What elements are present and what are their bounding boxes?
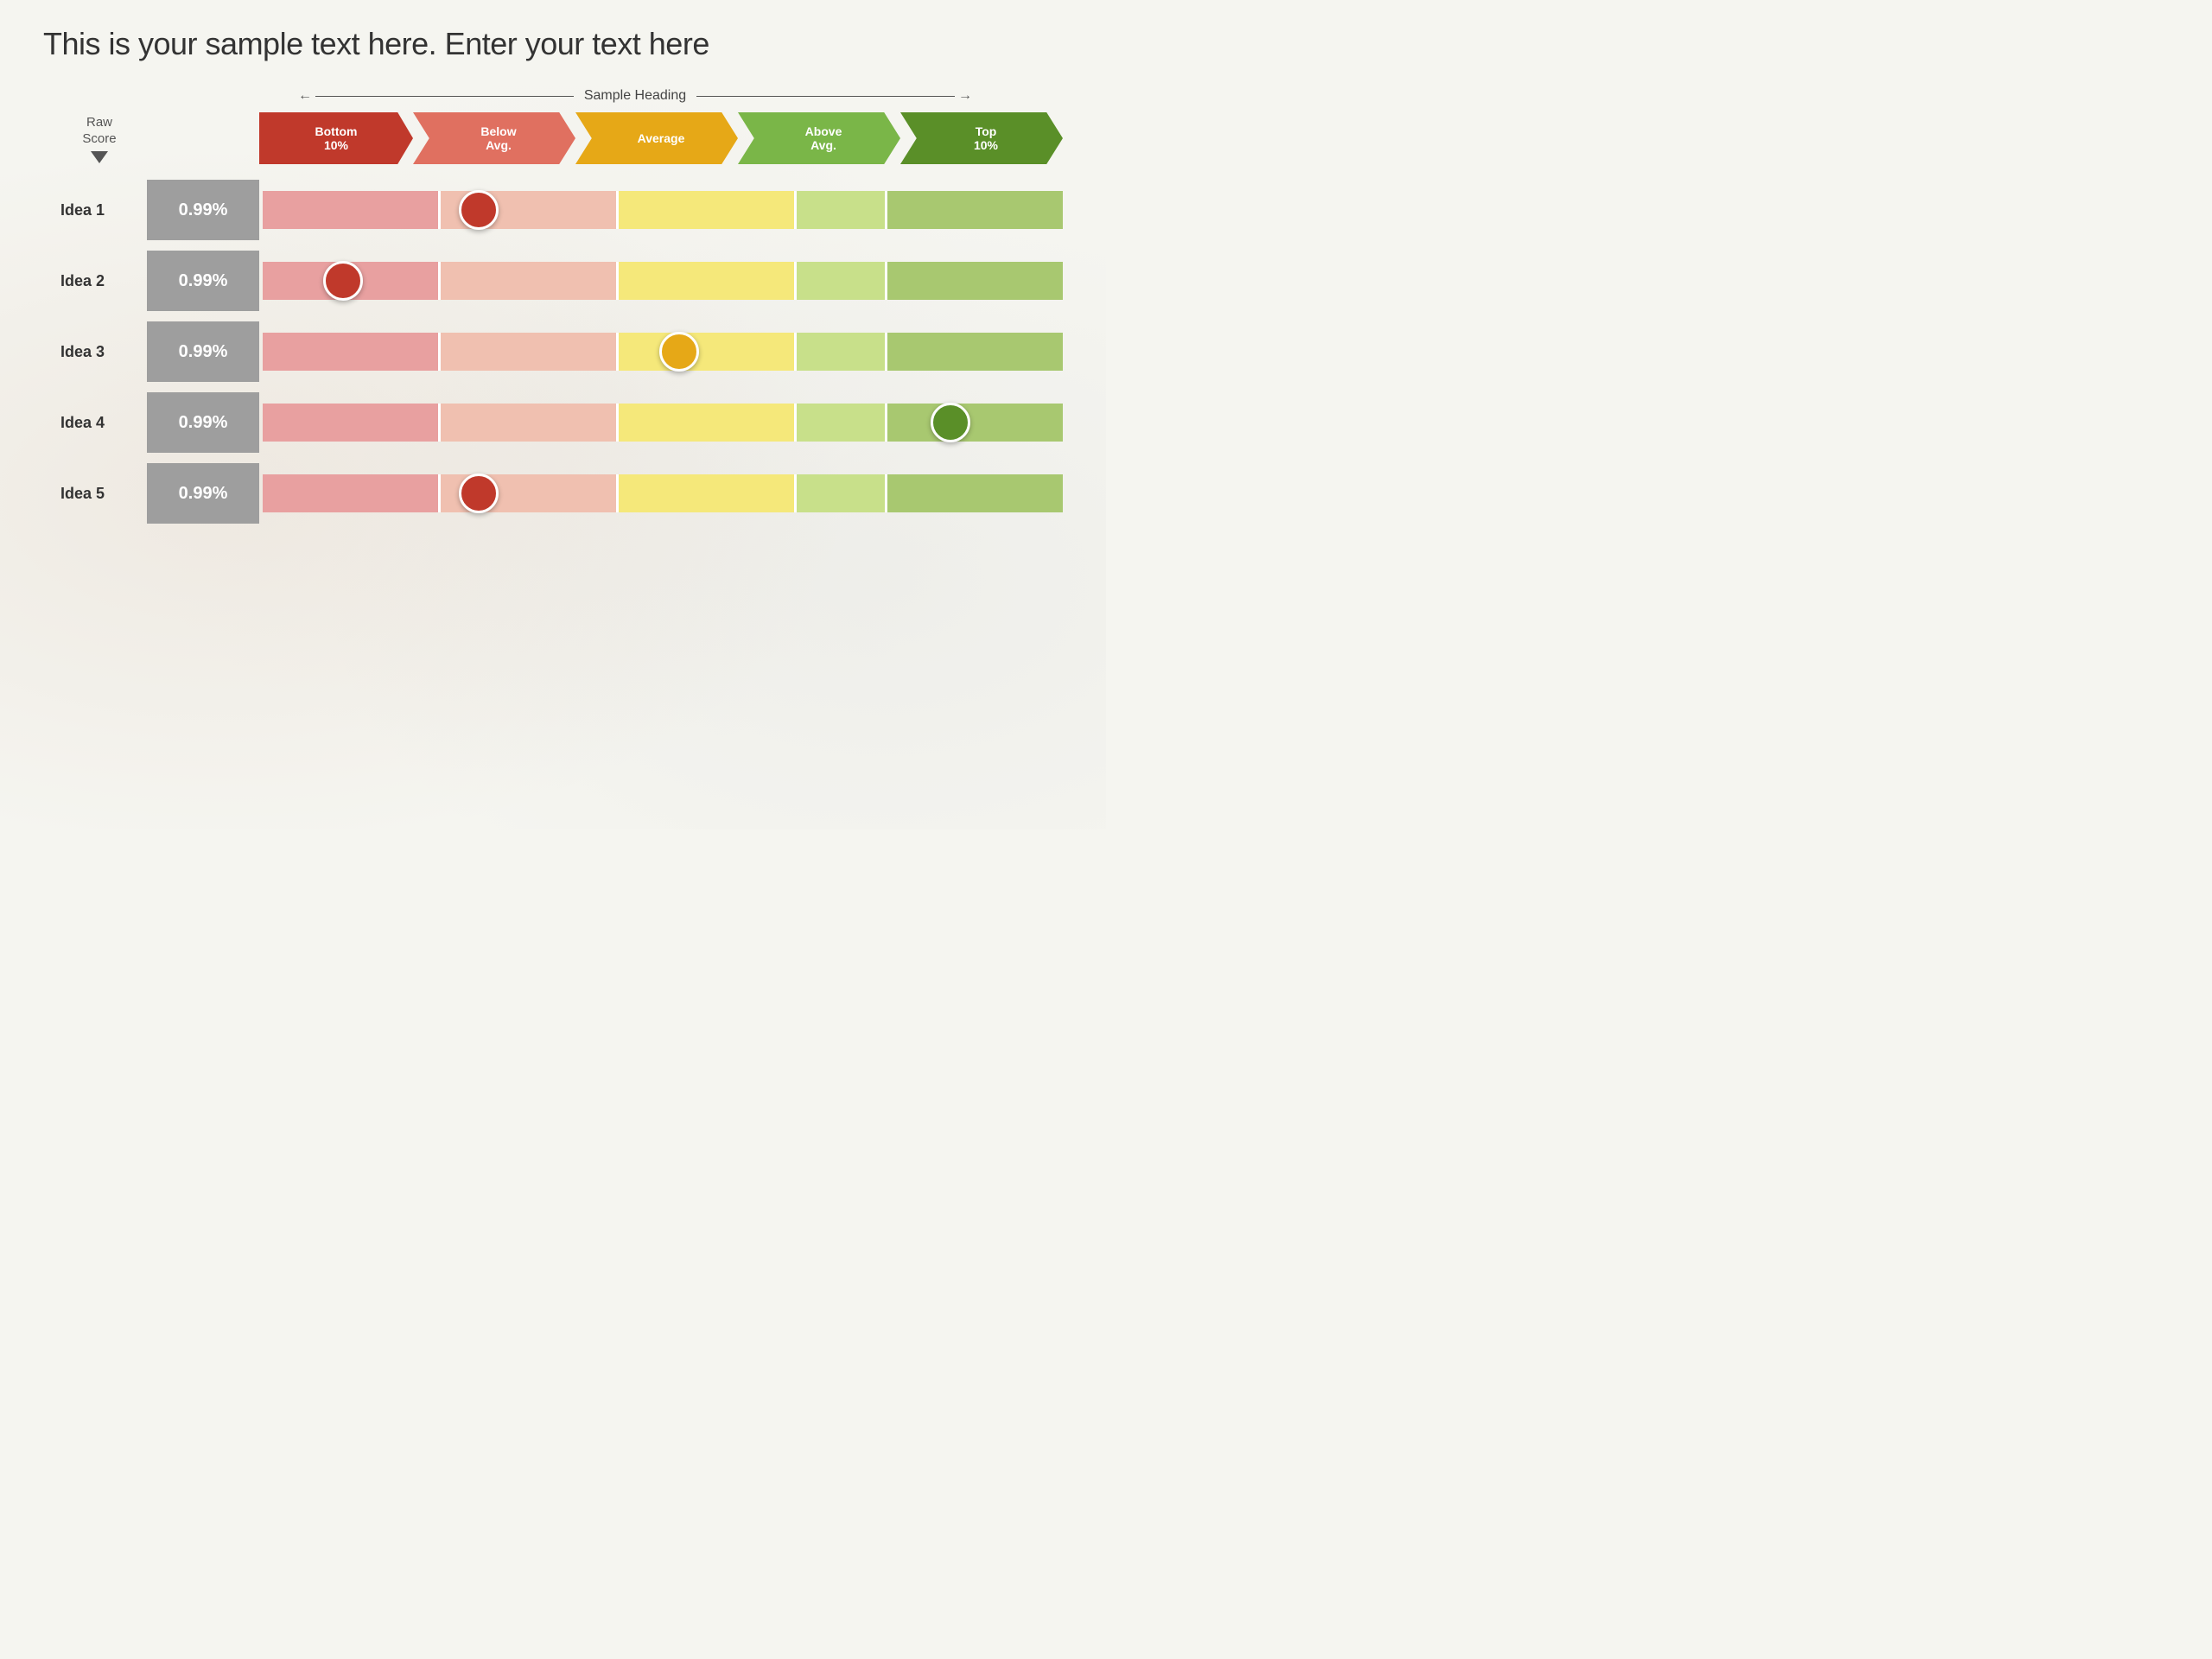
bar-segment-4 [797, 404, 885, 442]
chevron-below-avg: Below Avg. [413, 112, 575, 164]
down-arrow-icon [91, 151, 108, 163]
chevron-average: Average [575, 112, 738, 164]
sample-heading: Sample Heading [574, 88, 696, 104]
chevron-row: Raw Score Bottom 10% Below Avg. Average [60, 112, 1063, 164]
bar-segment-3 [619, 333, 794, 371]
bar-segment-5 [887, 404, 1063, 442]
chevron-above-avg: Above Avg. [738, 112, 900, 164]
score-cell-2: 0.99% [147, 251, 259, 311]
page-title: This is your sample text here. Enter you… [43, 26, 1063, 62]
bar-segment-3 [619, 262, 794, 300]
score-cell-4: 0.99% [147, 392, 259, 453]
data-rows: Idea 10.99%Idea 20.99%Idea 30.99%Idea 40… [60, 180, 1063, 524]
bar-segment-2 [441, 333, 616, 371]
arrow-left-icon: ← [298, 88, 312, 104]
bar-segment-3 [619, 474, 794, 512]
bar-track-1 [263, 191, 1063, 229]
raw-score-label: Raw Score [60, 114, 138, 163]
arrow-line: ← Sample Heading → [298, 88, 972, 104]
chevrons-group: Bottom 10% Below Avg. Average Above Avg.… [259, 112, 1063, 164]
score-cell-1: 0.99% [147, 180, 259, 240]
idea-label-2: Idea 2 [60, 272, 147, 290]
heading-row: ← Sample Heading → [60, 88, 1063, 104]
bar-segment-4 [797, 191, 885, 229]
table-row: Idea 30.99% [60, 321, 1063, 382]
marker-2 [323, 261, 363, 301]
chevron-top10: Top 10% [900, 112, 1063, 164]
bar-segment-1 [263, 404, 438, 442]
bar-segment-5 [887, 333, 1063, 371]
bar-track-2 [263, 262, 1063, 300]
bar-segment-3 [619, 404, 794, 442]
idea-label-3: Idea 3 [60, 343, 147, 361]
idea-label-1: Idea 1 [60, 201, 147, 219]
bar-segment-5 [887, 262, 1063, 300]
table-row: Idea 10.99% [60, 180, 1063, 240]
bar-segment-2 [441, 262, 616, 300]
bar-segment-4 [797, 262, 885, 300]
score-cell-5: 0.99% [147, 463, 259, 524]
score-cell-3: 0.99% [147, 321, 259, 382]
bar-segment-5 [887, 191, 1063, 229]
bar-track-3 [263, 333, 1063, 371]
chart-container: ← Sample Heading → Raw Score [60, 88, 1063, 524]
bar-segment-2 [441, 404, 616, 442]
marker-4 [931, 403, 970, 442]
table-row: Idea 50.99% [60, 463, 1063, 524]
chevron-bottom10: Bottom 10% [259, 112, 413, 164]
bar-segment-3 [619, 191, 794, 229]
bar-track-5 [263, 474, 1063, 512]
marker-1 [459, 190, 499, 230]
bar-segment-4 [797, 474, 885, 512]
bar-track-4 [263, 404, 1063, 442]
bar-segment-5 [887, 474, 1063, 512]
idea-label-4: Idea 4 [60, 414, 147, 432]
bar-segment-4 [797, 333, 885, 371]
bar-segment-1 [263, 191, 438, 229]
table-row: Idea 40.99% [60, 392, 1063, 453]
raw-score-area: Raw Score [60, 114, 147, 163]
arrow-right-icon: → [958, 88, 972, 104]
marker-5 [459, 474, 499, 513]
table-row: Idea 20.99% [60, 251, 1063, 311]
bar-segment-1 [263, 333, 438, 371]
bar-segment-1 [263, 474, 438, 512]
marker-3 [659, 332, 699, 372]
idea-label-5: Idea 5 [60, 485, 147, 503]
